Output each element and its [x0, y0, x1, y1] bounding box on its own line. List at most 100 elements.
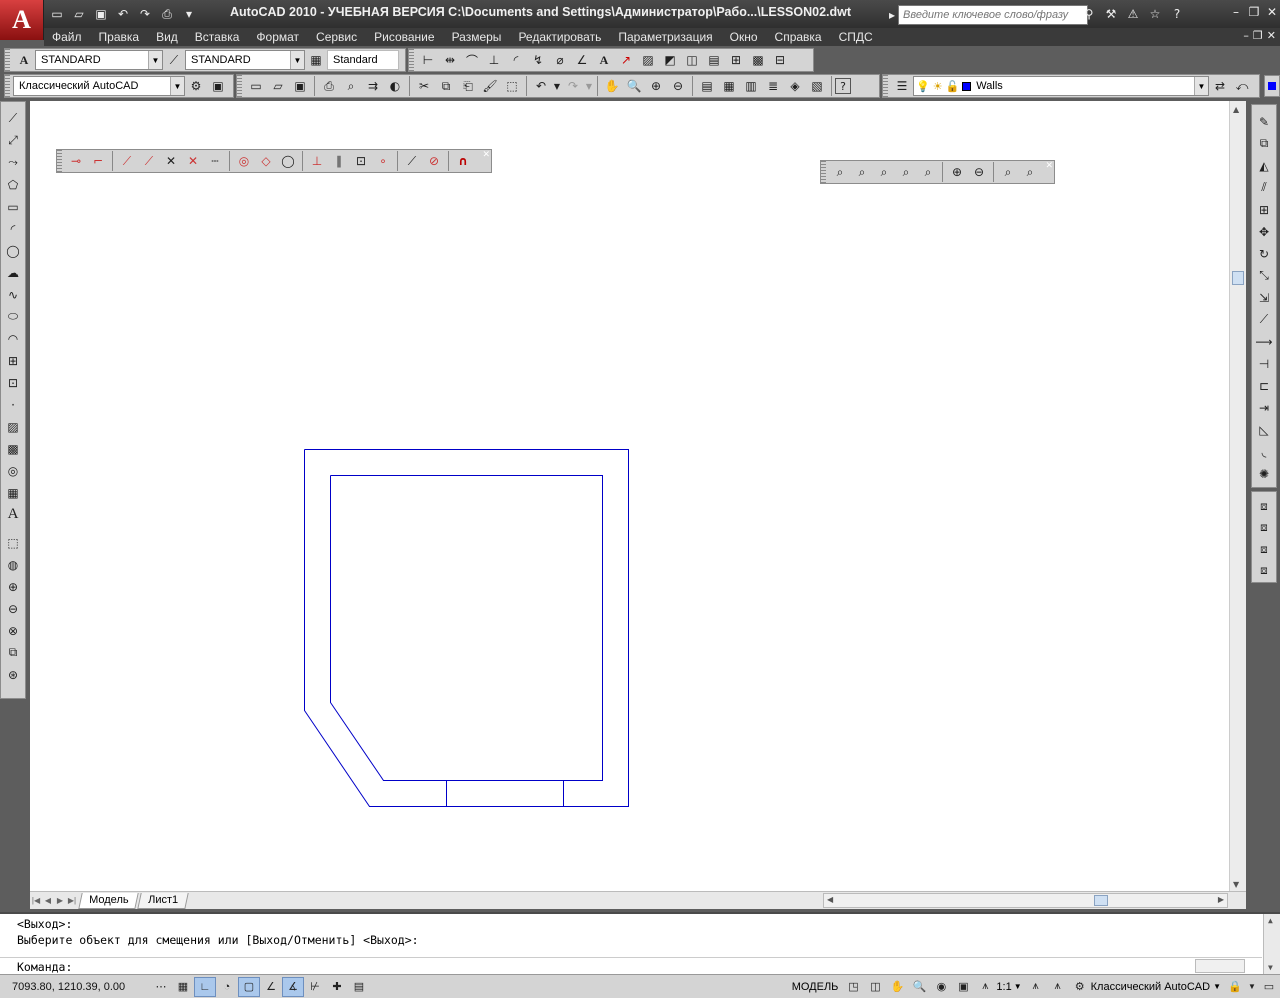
polygon-icon[interactable]: ⬠	[2, 174, 24, 195]
menu-modify[interactable]: Редактировать	[518, 30, 601, 44]
copy-icon[interactable]: ⧉	[435, 75, 457, 97]
line-icon[interactable]: ⟋	[2, 108, 24, 129]
scroll-up-arrow-icon[interactable]: ▲	[1233, 105, 1239, 114]
chevron-down-icon[interactable]: ▼	[1246, 977, 1258, 997]
save-icon[interactable]: ▣	[289, 75, 311, 97]
bring-above-icon[interactable]: ⧈	[1253, 539, 1275, 560]
command-vertical-scrollbar[interactable]: ▲ ▼	[1263, 914, 1280, 974]
toolbar-lock-icon[interactable]: 🔒	[1224, 977, 1246, 997]
angular-dimension-icon[interactable]: ∠	[571, 49, 593, 71]
layout-space-icon[interactable]: ◫	[864, 977, 886, 997]
snap-none-icon[interactable]: ⊘	[423, 150, 445, 172]
quickcalc-icon[interactable]: ▧	[806, 75, 828, 97]
menu-help[interactable]: Справка	[775, 30, 822, 44]
array-icon[interactable]: ⊞	[1253, 199, 1275, 220]
drawing-canvas[interactable]	[30, 101, 1229, 891]
redo-icon[interactable]: ↷	[562, 75, 584, 97]
toolbar-grip[interactable]	[821, 161, 826, 183]
vertical-scroll-thumb[interactable]	[1232, 271, 1244, 285]
arc-icon[interactable]: ◜	[2, 218, 24, 239]
bring-to-front-icon[interactable]: ⧈	[1253, 496, 1275, 517]
dimension-style-select[interactable]: STANDARD ▼	[185, 50, 305, 70]
insert-block-icon[interactable]: ⊞	[725, 49, 747, 71]
annotation-scale-icon[interactable]: ⩚	[974, 977, 996, 997]
close-icon[interactable]: ✕	[482, 150, 490, 160]
menu-edit[interactable]: Правка	[99, 30, 140, 44]
table-style-select[interactable]: Standard	[327, 50, 399, 70]
revision-cloud-icon[interactable]: ☁	[2, 262, 24, 283]
new-file-icon[interactable]: ▭	[46, 3, 68, 25]
horizontal-scroll-thumb[interactable]	[1094, 895, 1108, 906]
menu-view[interactable]: Вид	[156, 30, 178, 44]
workspace-settings-icon[interactable]: ⚙	[185, 75, 207, 97]
3d-extrude-icon[interactable]: ⧉	[2, 642, 24, 663]
close-icon[interactable]: ✕	[1045, 161, 1053, 171]
color-swatch-icon[interactable]	[1268, 82, 1276, 90]
temporary-tracking-icon[interactable]: ⊸	[65, 150, 87, 172]
erase-icon[interactable]: ✎	[1253, 111, 1275, 132]
spline-icon[interactable]: ∿	[2, 284, 24, 305]
publish-icon[interactable]: ⇉	[362, 75, 384, 97]
snap-perpendicular-icon[interactable]: ⊥	[306, 150, 328, 172]
hatch-icon[interactable]: ▨	[637, 49, 659, 71]
zoom-dynamic-icon[interactable]: ⌕	[851, 161, 873, 183]
toolbar-grip[interactable]	[237, 75, 242, 97]
model-space-icon[interactable]: ◳	[842, 977, 864, 997]
tool-palettes-icon[interactable]: ▥	[740, 75, 762, 97]
clean-screen-icon[interactable]: ▭	[1258, 977, 1280, 997]
scroll-left-arrow-icon[interactable]: ◀	[827, 895, 833, 904]
snap-insert-icon[interactable]: ⊡	[350, 150, 372, 172]
menu-tools[interactable]: Сервис	[316, 30, 357, 44]
binoculars-icon[interactable]: ⚲	[1078, 3, 1100, 25]
tab-model[interactable]: Модель	[78, 892, 140, 909]
text-style-icon[interactable]: A	[13, 49, 35, 71]
arc-length-icon[interactable]: ⌒	[461, 49, 483, 71]
zoom-window-icon[interactable]: ⊕	[645, 75, 667, 97]
dynamic-input-icon[interactable]: ✚	[326, 977, 348, 997]
gradient-icon[interactable]: ▩	[2, 438, 24, 459]
annotation-visibility-icon[interactable]: ⩚	[1025, 977, 1047, 997]
object-snap-icon[interactable]: ▢	[238, 976, 260, 997]
markup-icon[interactable]: ◈	[784, 75, 806, 97]
layer-previous-icon[interactable]: ⤺	[1231, 75, 1253, 97]
radius-dimension-icon[interactable]: ◜	[505, 49, 527, 71]
multiline-text-icon[interactable]: A	[2, 504, 24, 525]
zoom-all-icon[interactable]: ⌕	[997, 161, 1019, 183]
doc-restore-icon[interactable]: ❐	[1253, 29, 1263, 42]
drawing-area[interactable]	[30, 101, 1229, 891]
zoom-object-icon[interactable]: ⌕	[917, 161, 939, 183]
point-icon[interactable]: ·	[2, 394, 24, 415]
lineweight-icon[interactable]: ▤	[348, 977, 370, 997]
toolbar-grip[interactable]	[57, 150, 62, 172]
jogged-dimension-icon[interactable]: ↯	[527, 49, 549, 71]
scale-icon[interactable]: ⤡	[1253, 265, 1275, 286]
doc-close-icon[interactable]: ✕	[1267, 29, 1276, 42]
save-icon[interactable]: ▣	[90, 3, 112, 25]
plot-preview-icon[interactable]: ⌕	[340, 75, 362, 97]
send-to-back-icon[interactable]: ⧈	[1253, 518, 1275, 539]
ellipse-arc-icon[interactable]: ◠	[2, 328, 24, 349]
snap-tangent-icon[interactable]: ◯	[277, 150, 299, 172]
zoom-scale-icon[interactable]: ⌕	[873, 161, 895, 183]
ortho-mode-icon[interactable]: ∟	[194, 976, 216, 997]
tab-layout1[interactable]: Лист1	[137, 892, 190, 909]
zoom-center-icon[interactable]: ⌕	[895, 161, 917, 183]
snap-apparent-intersection-icon[interactable]: ✕	[182, 150, 204, 172]
prev-tab-arrow-icon[interactable]: ◀	[42, 896, 54, 905]
dimension-style-icon[interactable]: ⟋	[163, 49, 185, 71]
zoom-previous-icon[interactable]: ⊖	[667, 75, 689, 97]
menu-parametric[interactable]: Параметризация	[618, 30, 712, 44]
layer-properties-icon[interactable]: ☰	[891, 75, 913, 97]
toolbar-grip[interactable]	[5, 75, 10, 97]
table-style-icon[interactable]: ▦	[305, 49, 327, 71]
grid-display-icon[interactable]: ▦	[172, 977, 194, 997]
annotation-scale-value[interactable]: 1:1	[996, 981, 1011, 993]
circle-icon[interactable]: ◯	[2, 240, 24, 261]
scroll-down-arrow-icon[interactable]: ▼	[1268, 963, 1273, 972]
pan-icon[interactable]: ✋	[886, 977, 908, 997]
move-icon[interactable]: ✥	[1253, 221, 1275, 242]
region-icon[interactable]: ◎	[2, 460, 24, 481]
make-current-layer-icon[interactable]: ⇄	[1209, 75, 1231, 97]
next-tab-arrow-icon[interactable]: ▶	[54, 896, 66, 905]
explode-icon[interactable]: ✺	[1253, 463, 1275, 484]
